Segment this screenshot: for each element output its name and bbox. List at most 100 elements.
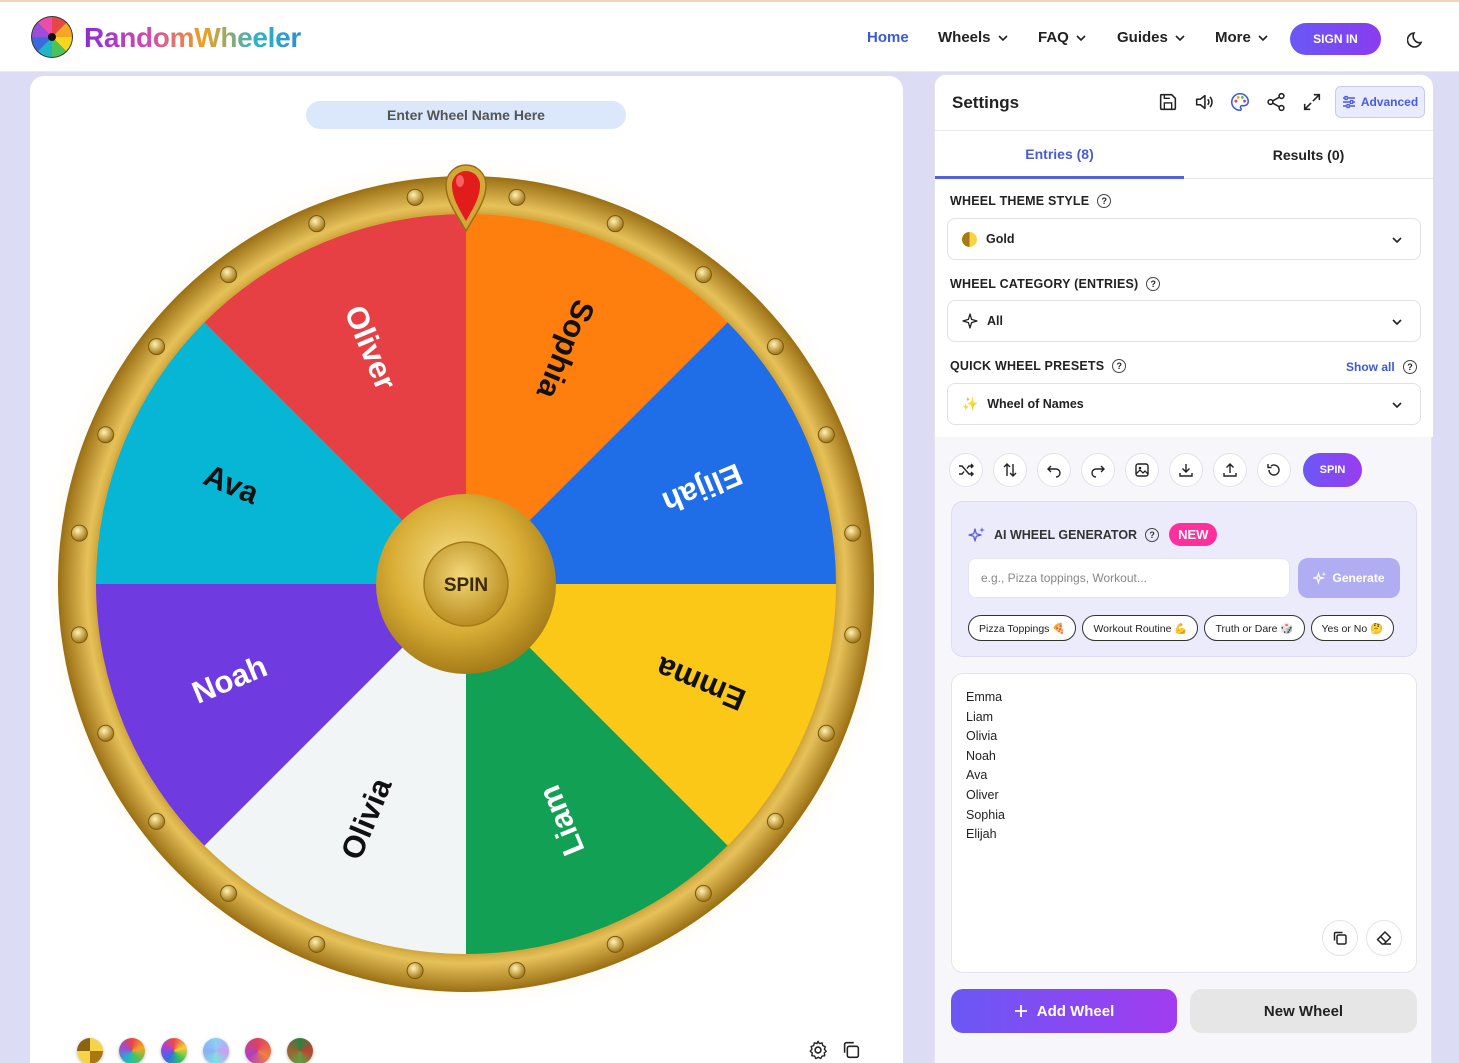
new-badge: NEW — [1169, 523, 1218, 546]
rim-bolt — [508, 188, 526, 206]
entry-line: Olivia — [966, 729, 998, 744]
gold-swatch-icon — [962, 231, 977, 247]
sparkles-icon: ✨ — [962, 396, 979, 411]
add-wheel-button[interactable]: Add Wheel — [951, 989, 1177, 1033]
tab-entries[interactable]: Entries (8) — [935, 131, 1184, 179]
rim-bolt — [406, 962, 424, 980]
copy-icon[interactable] — [840, 1039, 862, 1061]
category-value: All — [987, 314, 1003, 328]
nav-guides[interactable]: Guides — [1117, 29, 1186, 46]
rim-bolt — [97, 426, 115, 444]
nav-home[interactable]: Home — [867, 29, 909, 46]
theme-swatch-spectrum[interactable] — [161, 1038, 187, 1063]
redo-button[interactable] — [1081, 453, 1115, 487]
theme-swatch-gold[interactable] — [77, 1038, 103, 1063]
ai-generator-heading: AI WHEEL GENERATOR ? NEW — [968, 523, 1218, 546]
entry-line: Oliver — [966, 787, 999, 802]
rim-bolt — [308, 215, 326, 233]
help-icon[interactable]: ? — [1112, 359, 1127, 373]
chevron-down-icon — [1175, 34, 1185, 41]
advanced-button[interactable]: Advanced — [1335, 86, 1425, 118]
plus-icon — [1014, 1005, 1027, 1017]
theme-swatches — [72, 1031, 324, 1063]
help-icon[interactable]: ? — [1097, 194, 1112, 208]
help-icon[interactable]: ? — [1146, 277, 1161, 291]
ai-generator-title: AI WHEEL GENERATOR — [994, 527, 1138, 542]
ai-prompt-input[interactable]: e.g., Pizza toppings, Workout... — [968, 558, 1290, 598]
entry-line: Elijah — [966, 827, 997, 842]
wheel-name-input[interactable]: Enter Wheel Name Here — [306, 101, 626, 129]
volume-icon[interactable] — [1193, 91, 1215, 113]
settings-title: Settings — [952, 93, 1020, 112]
image-button[interactable] — [1125, 453, 1159, 487]
fullscreen-icon[interactable] — [1301, 91, 1323, 113]
palette-icon[interactable] — [1229, 91, 1251, 113]
category-select[interactable]: All — [947, 300, 1421, 342]
theme-swatch-earth[interactable] — [287, 1038, 313, 1063]
ai-suggestion-chips: Pizza Toppings 🍕 Workout Routine 💪 Truth… — [968, 615, 1395, 641]
rim-bolt — [220, 266, 238, 284]
nav-faq[interactable]: FAQ — [1038, 29, 1087, 46]
nav-more[interactable]: More — [1215, 29, 1269, 46]
shuffle-button[interactable] — [949, 453, 983, 487]
sort-arrows-icon — [1003, 463, 1017, 477]
copy-icon — [1333, 931, 1347, 945]
rim-bolt — [97, 724, 115, 742]
help-icon[interactable]: ? — [1403, 360, 1417, 374]
entries-toolbar: SPIN — [949, 453, 1362, 487]
spin-wheel[interactable]: SophiaElijahEmmaLiamOliviaNoahAvaOliver … — [50, 151, 882, 1011]
new-wheel-button[interactable]: New Wheel — [1190, 989, 1417, 1033]
gear-icon[interactable] — [807, 1039, 829, 1061]
ai-generator-card: AI WHEEL GENERATOR ? NEW e.g., Pizza top… — [951, 501, 1417, 657]
entry-line: Ava — [966, 768, 988, 783]
app-name[interactable]: RandomWheeler — [84, 22, 301, 54]
generate-button[interactable]: Generate — [1298, 558, 1400, 598]
entry-line: Noah — [966, 748, 996, 763]
theme-style-select[interactable]: Gold — [947, 218, 1421, 260]
sign-in-button[interactable]: SIGN IN — [1290, 23, 1381, 55]
upload-button[interactable] — [1213, 453, 1247, 487]
entry-line: Sophia — [966, 807, 1005, 822]
rim-bolt — [694, 884, 712, 902]
nav-wheels[interactable]: Wheels — [938, 29, 1009, 46]
undo-button[interactable] — [1037, 453, 1071, 487]
category-heading: WHEEL CATEGORY (ENTRIES) ? — [950, 277, 1161, 291]
spin-button-label: SPIN — [444, 575, 488, 596]
theme-swatch-warm[interactable] — [245, 1038, 271, 1063]
presets-label: QUICK WHEEL PRESETS — [950, 359, 1105, 373]
nav-guides-label: Guides — [1117, 29, 1168, 46]
logo-icon[interactable] — [30, 15, 74, 59]
rim-bolt — [817, 724, 835, 742]
shuffle-icon — [959, 463, 974, 477]
tab-results[interactable]: Results (0) — [1184, 131, 1433, 179]
redo-icon — [1091, 465, 1105, 478]
entries-textarea[interactable]: Emma Liam Olivia Noah Ava Oliver Sophia … — [951, 673, 1417, 973]
save-icon[interactable] — [1157, 91, 1179, 113]
spin-action-button[interactable]: SPIN — [1303, 453, 1362, 487]
moon-icon[interactable] — [1407, 29, 1427, 49]
advanced-label: Advanced — [1360, 95, 1419, 109]
clear-entries-button[interactable] — [1366, 920, 1402, 956]
theme-swatch-pastel[interactable] — [203, 1038, 229, 1063]
share-icon[interactable] — [1265, 91, 1287, 113]
sort-button[interactable] — [993, 453, 1027, 487]
chip-pizza-toppings[interactable]: Pizza Toppings 🍕 — [968, 615, 1077, 641]
rim-bolt — [148, 812, 166, 830]
help-icon[interactable]: ? — [1145, 527, 1160, 542]
presets-select[interactable]: ✨ Wheel of Names — [947, 383, 1421, 425]
rim-bolt — [766, 812, 784, 830]
rim-bolt — [844, 524, 862, 542]
rim-bolt — [70, 626, 88, 644]
chip-truth-or-dare[interactable]: Truth or Dare 🎲 — [1204, 615, 1305, 641]
copy-entries-button[interactable] — [1322, 920, 1358, 956]
nav-more-label: More — [1215, 29, 1251, 46]
settings-header: Settings Advanced — [935, 75, 1433, 131]
rim-bolt — [694, 266, 712, 284]
chip-yes-or-no[interactable]: Yes or No 🤔 — [1310, 615, 1395, 641]
chevron-down-icon — [1392, 402, 1402, 409]
download-button[interactable] — [1169, 453, 1203, 487]
reset-button[interactable] — [1257, 453, 1291, 487]
show-all-link[interactable]: Show all — [1346, 360, 1395, 374]
chip-workout-routine[interactable]: Workout Routine 💪 — [1082, 615, 1199, 641]
theme-swatch-rainbow[interactable] — [119, 1038, 145, 1063]
